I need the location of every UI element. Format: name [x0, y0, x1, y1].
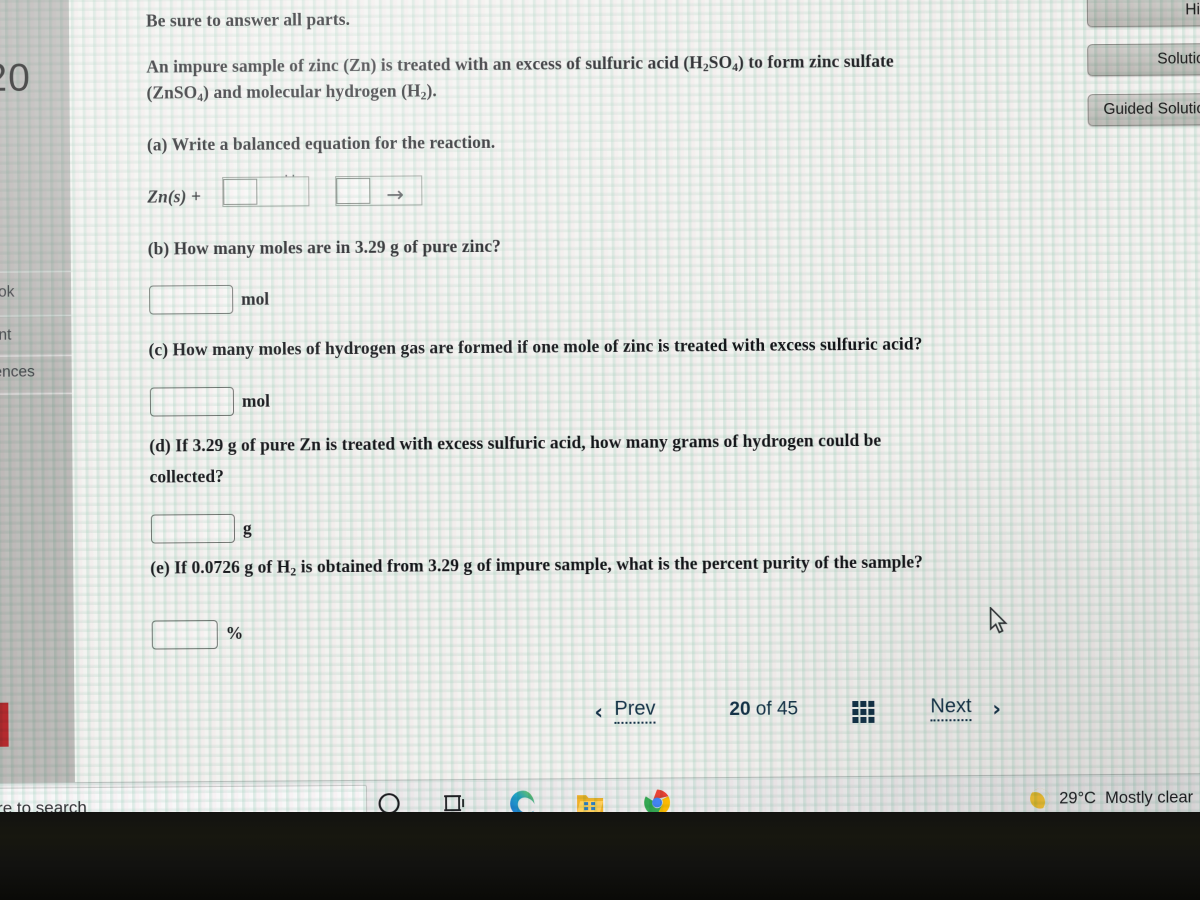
page-total: 45 [776, 698, 799, 720]
stem2-text-a: (ZnSO [146, 82, 198, 103]
grid-cell [868, 708, 875, 715]
rail-separator [0, 354, 72, 357]
guided-solution-button[interactable]: Guided Solution [1087, 93, 1200, 127]
part-e-input[interactable] [151, 620, 218, 650]
page-current: 20 [729, 698, 751, 721]
grid-cell [868, 716, 875, 723]
part-b-unit: mol [241, 288, 270, 309]
rail-separator [0, 314, 72, 317]
part-a-reactant-label: Zn(s) + [147, 186, 201, 207]
part-e-text-b: is obtained from 3.29 g of impure sample… [296, 551, 924, 577]
question-content: Be sure to answer all parts. An impure s… [68, 0, 1200, 783]
reactant-zn: Zn(s) + [147, 186, 202, 207]
monitor-photo: 20 s Book Print erences w Be sure to ans… [0, 0, 1200, 900]
part-e-prompt: (e) If 0.0726 g of H2 is obtained from 3… [150, 551, 923, 579]
equation-product-input[interactable] [336, 177, 371, 205]
part-b-prompt: (b) How many moles are in 3.29 g of pure… [147, 235, 502, 259]
left-tool-rail: 20 s Book Print erences w [0, 0, 75, 783]
stem2-text-c: ). [426, 80, 437, 101]
solution-button[interactable]: Solution [1087, 43, 1200, 77]
part-e-text-a: (e) If 0.0726 g of H [150, 556, 291, 578]
hint-button[interactable]: Hint [1086, 0, 1200, 28]
part-c-prompt: (c) How many moles of hydrogen gas are f… [148, 333, 923, 360]
question-number: 20 [0, 56, 31, 100]
grid-cell [852, 708, 859, 716]
monitor-bezel: acer [0, 812, 1200, 900]
taskbar-weather[interactable]: 29°C Mostly clear ∧ [1026, 782, 1200, 813]
weather-description: Mostly clear [1104, 787, 1194, 807]
part-d-prompt-line-2: collected? [149, 465, 225, 487]
rail-separator [0, 392, 72, 395]
grid-cell [860, 700, 867, 707]
prev-chevron-icon[interactable]: ‹ [594, 700, 603, 724]
sidebar-item-references[interactable]: erences [0, 363, 35, 381]
part-c-unit: mol [241, 390, 271, 411]
grid-cell [860, 708, 867, 715]
grid-cell [868, 700, 875, 707]
next-chevron-icon[interactable]: › [992, 697, 1001, 721]
moon-icon [1026, 785, 1054, 812]
browser-page: 20 s Book Print erences w Be sure to ans… [0, 0, 1200, 783]
question-stem-line-2: (ZnSO4) and molecular hydrogen (H2). [146, 80, 437, 104]
equation-reactant-input[interactable] [223, 178, 258, 205]
stem-text-so: SO [708, 51, 733, 73]
stem-text-b: ) to form zinc sulfate [737, 50, 894, 72]
page-counter: 20 of 45 [729, 698, 798, 721]
pagination-bar: ‹ Prev 20 of 45 Next › [594, 690, 1024, 733]
prev-button[interactable]: Prev [614, 697, 656, 724]
sidebar-item-print[interactable]: Print [0, 327, 11, 345]
part-e-unit: % [225, 622, 244, 643]
weather-temperature: 29°C [1059, 788, 1097, 807]
grid-cell [860, 716, 867, 723]
part-d-input[interactable] [150, 513, 236, 544]
part-d-unit: g [242, 517, 252, 538]
grid-cell [852, 700, 859, 708]
part-c-input[interactable] [149, 386, 235, 417]
instruction-text: Be sure to answer all parts. [145, 8, 351, 31]
part-a-prompt: (a) Write a balanced equation for the re… [146, 131, 496, 155]
rail-separator [0, 270, 71, 273]
question-stem-line-1: An impure sample of zinc (Zn) is treated… [146, 51, 894, 79]
part-d-prompt-line-1: (d) If 3.29 g of pure Zn is treated with… [149, 429, 882, 456]
notification-badge[interactable]: w [0, 702, 9, 747]
stem-text-a: An impure sample of zinc (Zn) is treated… [146, 52, 703, 77]
part-b-input[interactable] [149, 284, 234, 315]
stem2-text-b: ) and molecular hydrogen (H [203, 80, 421, 103]
grid-cell [852, 716, 859, 724]
screen-area: 20 s Book Print erences w Be sure to ans… [0, 0, 1200, 831]
next-button[interactable]: Next [930, 695, 972, 722]
page-of-label: of [755, 698, 772, 720]
question-grid-icon[interactable] [852, 700, 875, 724]
mouse-cursor [989, 606, 1008, 634]
sidebar-item-ebook[interactable]: Book [0, 284, 14, 302]
